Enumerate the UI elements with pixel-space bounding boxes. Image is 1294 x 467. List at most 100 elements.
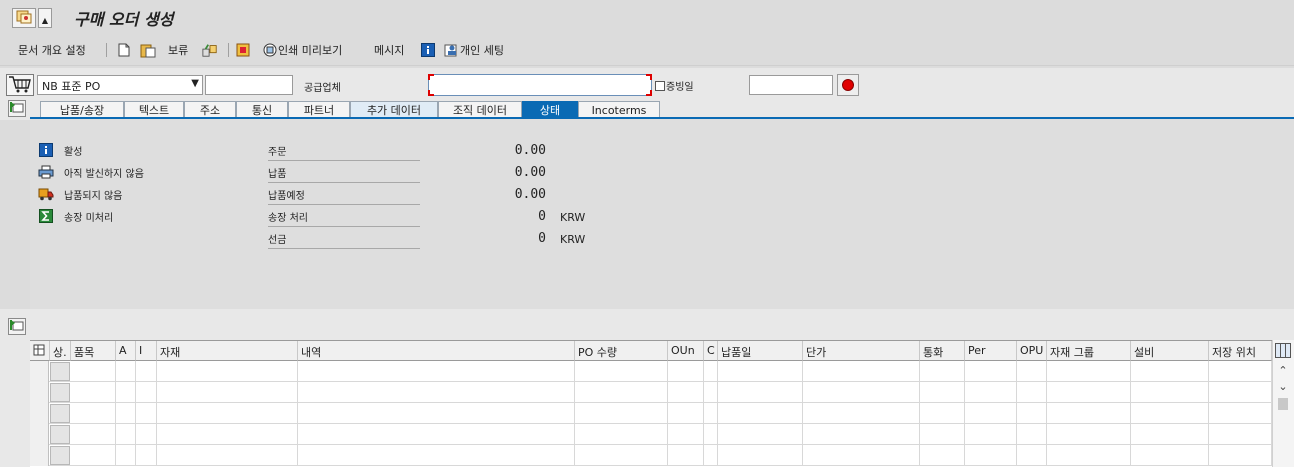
table-cell[interactable] bbox=[575, 445, 668, 466]
table-cell[interactable] bbox=[704, 361, 718, 382]
tab-delivery-invoice[interactable]: 납품/송장 bbox=[40, 101, 124, 118]
column-header[interactable]: 저장 위치 bbox=[1209, 341, 1272, 361]
table-cell[interactable] bbox=[71, 403, 116, 424]
table-cell[interactable] bbox=[1017, 424, 1047, 445]
table-row[interactable] bbox=[30, 361, 1272, 382]
table-cell[interactable] bbox=[157, 403, 298, 424]
tab-address[interactable]: 주소 bbox=[184, 101, 236, 118]
table-cell[interactable] bbox=[1017, 361, 1047, 382]
table-cell[interactable] bbox=[71, 361, 116, 382]
table-cell[interactable] bbox=[71, 445, 116, 466]
table-row[interactable] bbox=[30, 445, 1272, 466]
table-cell[interactable] bbox=[116, 361, 136, 382]
table-cell[interactable] bbox=[157, 445, 298, 466]
table-cell[interactable] bbox=[1131, 361, 1209, 382]
column-header[interactable]: 납품일 bbox=[718, 341, 803, 361]
table-row[interactable] bbox=[30, 403, 1272, 424]
table-cell[interactable] bbox=[575, 361, 668, 382]
table-cell[interactable] bbox=[718, 361, 803, 382]
table-cell[interactable] bbox=[718, 424, 803, 445]
scroll-down-icon[interactable]: ⌄ bbox=[1275, 378, 1291, 394]
tab-status[interactable]: 상태 bbox=[522, 101, 578, 118]
record-button[interactable] bbox=[837, 74, 859, 96]
table-cell[interactable] bbox=[1047, 361, 1131, 382]
table-cell[interactable] bbox=[157, 382, 298, 403]
new-document-button[interactable] bbox=[116, 41, 132, 59]
menu-dropdown-arrow[interactable]: ▲ bbox=[38, 8, 52, 28]
table-cell[interactable] bbox=[718, 445, 803, 466]
column-header[interactable]: I bbox=[136, 341, 157, 361]
table-cell[interactable] bbox=[116, 424, 136, 445]
table-cell[interactable] bbox=[1209, 382, 1272, 403]
table-cell[interactable] bbox=[803, 424, 920, 445]
table-row[interactable] bbox=[30, 424, 1272, 445]
table-cell[interactable] bbox=[668, 445, 704, 466]
table-cell[interactable] bbox=[298, 424, 575, 445]
table-cell[interactable] bbox=[704, 445, 718, 466]
column-header[interactable]: Per bbox=[965, 341, 1017, 361]
table-cell[interactable] bbox=[1209, 445, 1272, 466]
table-cell[interactable] bbox=[803, 403, 920, 424]
table-cell[interactable] bbox=[803, 361, 920, 382]
table-cell[interactable] bbox=[965, 445, 1017, 466]
tab-additional-data[interactable]: 추가 데이터 bbox=[350, 101, 438, 118]
row-selector[interactable] bbox=[30, 403, 49, 424]
print-button[interactable] bbox=[236, 41, 252, 59]
table-cell[interactable] bbox=[575, 424, 668, 445]
doc-overview-button[interactable]: 문서 개요 설정 bbox=[18, 41, 86, 59]
column-header[interactable]: OPU bbox=[1017, 341, 1047, 361]
tab-org-data[interactable]: 조직 데이터 bbox=[438, 101, 522, 118]
column-header[interactable]: C bbox=[704, 341, 718, 361]
table-cell[interactable] bbox=[1131, 424, 1209, 445]
row-selector[interactable] bbox=[30, 361, 49, 382]
tab-communication[interactable]: 통신 bbox=[236, 101, 288, 118]
table-cell[interactable] bbox=[965, 403, 1017, 424]
table-cell[interactable] bbox=[1209, 361, 1272, 382]
document-date-input[interactable] bbox=[749, 75, 833, 95]
select-all-header[interactable] bbox=[30, 341, 50, 361]
table-cell[interactable] bbox=[803, 445, 920, 466]
table-cell[interactable] bbox=[1047, 382, 1131, 403]
row-selector[interactable] bbox=[30, 424, 49, 445]
table-cell[interactable] bbox=[157, 424, 298, 445]
table-cell[interactable] bbox=[965, 361, 1017, 382]
table-cell[interactable] bbox=[575, 403, 668, 424]
personal-settings-button[interactable]: 개인 세팅 bbox=[444, 41, 504, 59]
tab-partners[interactable]: 파트너 bbox=[288, 101, 350, 118]
column-header[interactable]: 상. bbox=[50, 341, 71, 361]
system-menu-button[interactable] bbox=[12, 8, 36, 28]
table-cell[interactable] bbox=[668, 424, 704, 445]
column-header[interactable]: 통화 bbox=[920, 341, 965, 361]
table-cell[interactable] bbox=[704, 403, 718, 424]
vendor-input[interactable] bbox=[428, 74, 652, 96]
table-cell[interactable] bbox=[1017, 382, 1047, 403]
tab-texts[interactable]: 텍스트 bbox=[124, 101, 184, 118]
row-selector[interactable] bbox=[30, 382, 49, 403]
help-info-button[interactable] bbox=[420, 41, 436, 59]
other-po-button[interactable] bbox=[140, 41, 156, 59]
vertical-scrollbar[interactable]: ⌃ ⌄ bbox=[1272, 340, 1294, 467]
table-cell[interactable] bbox=[920, 424, 965, 445]
table-cell[interactable] bbox=[1017, 403, 1047, 424]
column-header[interactable]: 자재 bbox=[157, 341, 298, 361]
table-cell[interactable] bbox=[298, 445, 575, 466]
table-cell[interactable] bbox=[116, 382, 136, 403]
shopping-cart-button[interactable] bbox=[6, 74, 34, 96]
messages-button[interactable]: 메시지 bbox=[374, 41, 404, 59]
table-cell[interactable] bbox=[668, 361, 704, 382]
table-cell[interactable] bbox=[136, 382, 157, 403]
table-cell[interactable] bbox=[1047, 445, 1131, 466]
column-header[interactable]: 단가 bbox=[803, 341, 920, 361]
table-cell[interactable] bbox=[71, 382, 116, 403]
table-cell[interactable] bbox=[920, 403, 965, 424]
scroll-thumb[interactable] bbox=[1278, 398, 1288, 410]
table-cell[interactable] bbox=[298, 361, 575, 382]
table-cell[interactable] bbox=[1131, 382, 1209, 403]
table-cell[interactable] bbox=[704, 424, 718, 445]
column-header[interactable]: 자재 그룹 bbox=[1047, 341, 1131, 361]
table-cell[interactable] bbox=[1047, 403, 1131, 424]
row-selector[interactable] bbox=[30, 445, 49, 466]
column-layout-icon[interactable] bbox=[1275, 343, 1291, 358]
table-cell[interactable] bbox=[920, 445, 965, 466]
document-type-select[interactable]: NB 표준 PO ▼ bbox=[37, 75, 203, 95]
